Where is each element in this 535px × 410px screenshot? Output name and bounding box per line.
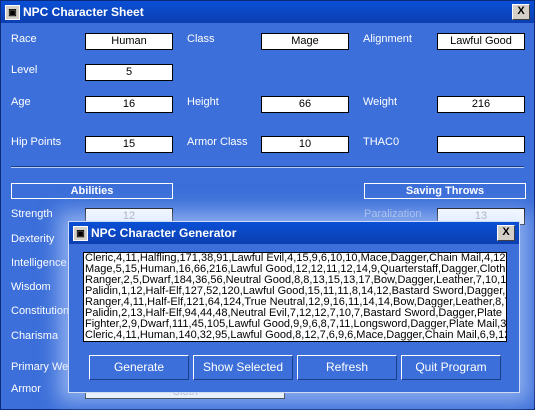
close-button[interactable]: X — [512, 4, 530, 20]
quit-program-button[interactable]: Quit Program — [401, 355, 501, 380]
age-label: Age — [11, 96, 31, 108]
level-field[interactable]: 5 — [85, 64, 173, 81]
abilities-header: Abilities — [11, 183, 173, 199]
saving-throws-header: Saving Throws — [364, 183, 526, 199]
app-icon: ▣ — [5, 5, 20, 20]
constitution-label: Constitution — [11, 305, 70, 317]
list-item[interactable]: Cleric,4,11,Human,140,32,95,Lawful Good,… — [84, 330, 506, 341]
armor-class-label: Armor Class — [187, 136, 248, 148]
level-label: Level — [11, 64, 38, 76]
race-field[interactable]: Human — [85, 33, 173, 50]
wisdom-label: Wisdom — [11, 281, 51, 293]
strength-label: Strength — [11, 208, 53, 220]
generate-button[interactable]: Generate — [89, 355, 189, 380]
show-selected-button[interactable]: Show Selected — [193, 355, 293, 380]
dialog-titlebar[interactable]: ▣ NPC Character Generator X — [69, 222, 519, 244]
intelligence-label: Intelligence — [11, 257, 67, 269]
hit-points-field[interactable]: 15 — [85, 136, 173, 153]
height-label: Height — [187, 96, 219, 108]
armor-label: Armor — [11, 383, 41, 395]
dexterity-label: Dexterity — [11, 233, 55, 245]
race-label: Race — [11, 33, 37, 45]
main-titlebar[interactable]: ▣ NPC Character Sheet X — [1, 1, 534, 23]
alignment-field[interactable]: Lawful Good — [437, 33, 525, 50]
hit-points-label: Hip Points — [11, 136, 62, 148]
thac0-field[interactable] — [437, 136, 525, 153]
refresh-button[interactable]: Refresh — [297, 355, 397, 380]
weight-field[interactable]: 216 — [437, 96, 525, 113]
class-label: Class — [187, 33, 215, 45]
npc-listbox[interactable]: Cleric,4,11,Halfling,171,38,91,Lawful Ev… — [83, 252, 507, 342]
primary-weapon-label: Primary Wea — [11, 361, 75, 373]
height-field[interactable]: 66 — [261, 96, 349, 113]
dialog-title: NPC Character Generator — [91, 226, 237, 240]
window-title: NPC Character Sheet — [23, 5, 144, 19]
weight-label: Weight — [363, 96, 398, 108]
alignment-label: Alignment — [363, 33, 412, 45]
charisma-label: Charisma — [11, 330, 59, 342]
class-field[interactable]: Mage — [261, 33, 349, 50]
paralization-label: Paralization — [364, 208, 422, 220]
npc-generator-dialog: ▣ NPC Character Generator X Cleric,4,11,… — [68, 221, 520, 393]
age-field[interactable]: 16 — [85, 96, 173, 113]
dialog-close-button[interactable]: X — [497, 225, 515, 241]
dialog-app-icon: ▣ — [73, 226, 88, 241]
thac0-label: THAC0 — [363, 136, 400, 148]
armor-class-field[interactable]: 10 — [261, 136, 349, 153]
separator — [11, 166, 524, 168]
